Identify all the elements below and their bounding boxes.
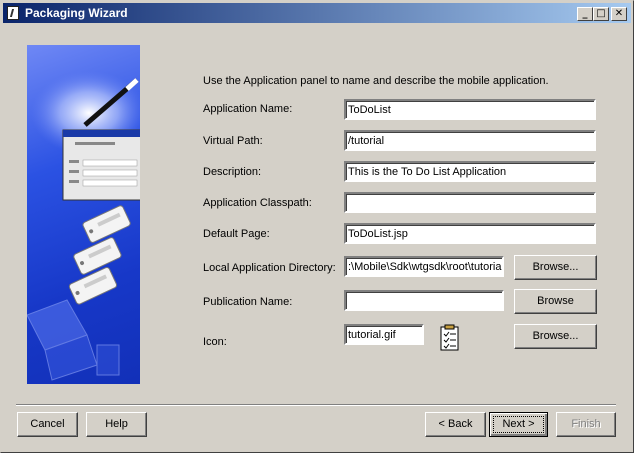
wizard-illustration-graphic	[27, 71, 140, 381]
icon-field[interactable]: tutorial.gif	[344, 324, 424, 345]
local-directory-field[interactable]: :\Mobile\Sdk\wtgsdk\root\tutorial	[344, 256, 504, 277]
application-name-field[interactable]: ToDoList	[344, 99, 596, 120]
checklist-icon-graphic	[440, 324, 459, 351]
classpath-label: Application Classpath:	[203, 197, 312, 209]
browse-icon-button[interactable]: Browse...	[514, 324, 597, 349]
publication-name-label: Publication Name:	[203, 296, 293, 308]
publication-name-field[interactable]	[344, 290, 504, 311]
cancel-button[interactable]: Cancel	[17, 412, 78, 437]
browse-local-directory-button[interactable]: Browse...	[514, 255, 597, 280]
maximize-button[interactable]: □	[593, 7, 609, 21]
checklist-icon	[440, 324, 460, 352]
application-name-label: Application Name:	[203, 103, 293, 115]
focus-rectangle	[493, 416, 544, 433]
intro-text: Use the Application panel to name and de…	[203, 75, 549, 87]
browse-publication-button[interactable]: Browse	[514, 289, 597, 314]
wizard-app-icon	[7, 6, 19, 20]
wizard-illustration	[27, 45, 140, 384]
footer-separator	[16, 404, 616, 406]
minimize-button[interactable]: _	[577, 7, 593, 21]
next-button[interactable]: Next >	[489, 412, 548, 437]
description-label: Description:	[203, 166, 262, 178]
virtual-path-field[interactable]: /tutorial	[344, 130, 596, 151]
default-page-field[interactable]: ToDoList.jsp	[344, 223, 596, 244]
default-page-label: Default Page:	[203, 228, 270, 240]
icon-label: Icon:	[203, 336, 227, 348]
help-button[interactable]: Help	[86, 412, 147, 437]
virtual-path-label: Virtual Path:	[203, 135, 263, 147]
local-directory-label: Local Application Directory:	[203, 262, 336, 274]
description-field[interactable]: This is the To Do List Application	[344, 161, 596, 182]
window-title: Packaging Wizard	[25, 6, 128, 20]
finish-button: Finish	[556, 412, 616, 437]
back-button[interactable]: < Back	[425, 412, 486, 437]
title-bar[interactable]: Packaging Wizard _ □ ✕	[3, 3, 631, 23]
close-button[interactable]: ✕	[611, 7, 627, 21]
classpath-field[interactable]	[344, 192, 596, 213]
